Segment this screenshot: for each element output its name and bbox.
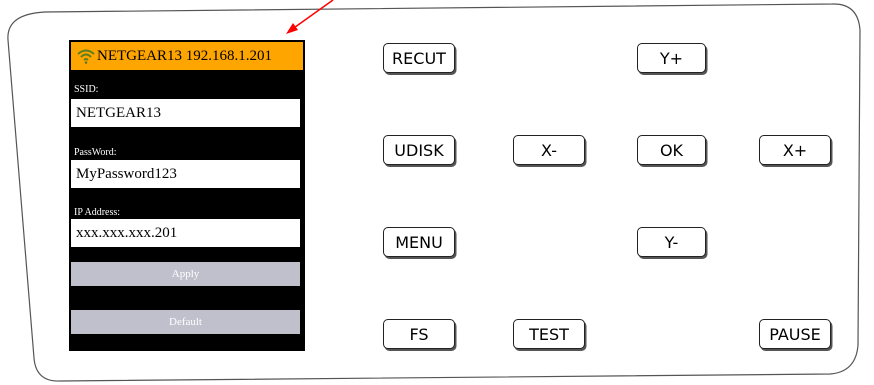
lcd-screen: NETGEAR13 192.168.1.201 SSID: NETGEAR13 …: [69, 40, 305, 351]
recut-button[interactable]: RECUT: [383, 43, 455, 73]
ip-display: 192.168.1.201: [185, 47, 272, 64]
y-minus-button[interactable]: Y-: [637, 227, 706, 257]
menu-button[interactable]: MENU: [383, 227, 455, 257]
ok-button[interactable]: OK: [637, 135, 706, 165]
apply-button[interactable]: Apply: [71, 262, 300, 286]
default-button[interactable]: Default: [71, 310, 300, 334]
ssid-field[interactable]: NETGEAR13: [71, 99, 300, 127]
lcd-header: NETGEAR13 192.168.1.201: [71, 42, 303, 70]
ip-address-field[interactable]: xxx.xxx.xxx.201: [71, 219, 300, 247]
wifi-icon: [77, 49, 95, 64]
udisk-button[interactable]: UDISK: [383, 135, 455, 165]
fs-button[interactable]: FS: [383, 319, 455, 349]
pause-button[interactable]: PAUSE: [759, 319, 831, 349]
password-label: PassWord:: [74, 147, 117, 158]
x-plus-button[interactable]: X+: [759, 135, 831, 165]
network-name: NETGEAR13: [97, 47, 182, 64]
y-plus-button[interactable]: Y+: [637, 43, 706, 73]
ssid-label: SSID:: [74, 84, 99, 95]
x-minus-button[interactable]: X-: [513, 135, 585, 165]
test-button[interactable]: TEST: [513, 319, 585, 349]
ip-address-label: IP Address:: [74, 207, 121, 218]
password-field[interactable]: MyPassword123: [71, 160, 300, 188]
